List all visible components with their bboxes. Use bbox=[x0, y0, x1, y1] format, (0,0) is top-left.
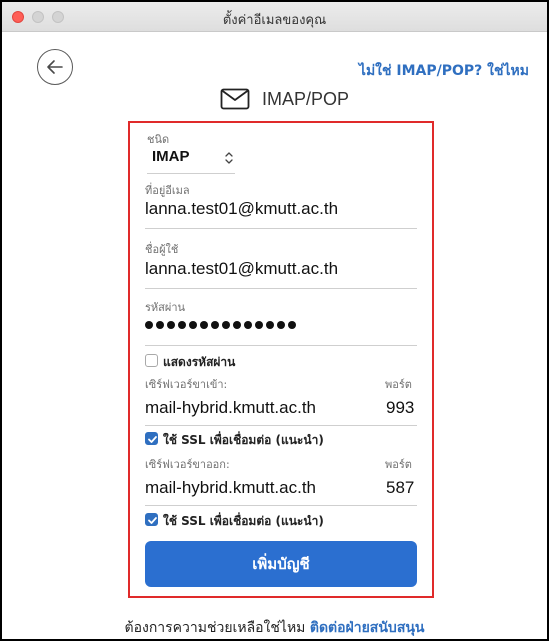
password-mask-dot bbox=[156, 321, 164, 329]
password-mask-dot bbox=[233, 321, 241, 329]
password-mask-dot bbox=[189, 321, 197, 329]
type-select[interactable]: IMAP bbox=[147, 148, 235, 172]
not-imap-pop-link[interactable]: ไม่ใช่ IMAP/POP? ใช่ไหม bbox=[359, 60, 529, 82]
outgoing-ssl-label: ใช้ SSL เพื่อเชื่อมต่อ (แนะนำ) bbox=[163, 514, 324, 528]
password-field[interactable] bbox=[145, 321, 296, 329]
back-arrow-icon bbox=[47, 60, 63, 74]
incoming-port-label: พอร์ต bbox=[385, 378, 412, 391]
outgoing-port-field[interactable]: 587 bbox=[386, 478, 414, 498]
password-mask-dot bbox=[222, 321, 230, 329]
window-title: ตั้งค่าอีเมลของคุณ bbox=[222, 13, 327, 28]
incoming-ssl-checkbox[interactable] bbox=[145, 432, 158, 445]
password-mask-dot bbox=[167, 321, 175, 329]
incoming-server-field[interactable]: mail-hybrid.kmutt.ac.th bbox=[145, 398, 316, 418]
outgoing-port-label: พอร์ต bbox=[385, 458, 412, 471]
incoming-server-label: เซิร์ฟเวอร์ขาเข้า: bbox=[145, 378, 228, 391]
password-label: รหัสผ่าน bbox=[145, 301, 186, 314]
help-footer: ต้องการความช่วยเหลือใช่ไหม ติดต่อฝ่ายสนั… bbox=[0, 617, 549, 639]
username-underline bbox=[145, 288, 417, 289]
incoming-port-field[interactable]: 993 bbox=[386, 398, 414, 418]
username-field[interactable]: lanna.test01@kmutt.ac.th bbox=[145, 259, 338, 279]
incoming-ssl-label: ใช้ SSL เพื่อเชื่อมต่อ (แนะนำ) bbox=[163, 433, 324, 447]
checkmark-icon bbox=[148, 517, 157, 524]
type-label: ชนิด bbox=[147, 133, 170, 146]
outgoing-ssl-checkbox[interactable] bbox=[145, 513, 158, 526]
email-field[interactable]: lanna.test01@kmutt.ac.th bbox=[145, 199, 338, 219]
type-select-value: IMAP bbox=[152, 148, 190, 165]
email-underline bbox=[145, 228, 417, 229]
password-mask-dot bbox=[277, 321, 285, 329]
password-mask-dot bbox=[200, 321, 208, 329]
username-label: ชื่อผู้ใช้ bbox=[145, 243, 179, 256]
password-mask-dot bbox=[266, 321, 274, 329]
incoming-underline bbox=[145, 425, 417, 426]
add-account-button[interactable]: เพิ่มบัญชี bbox=[145, 541, 417, 587]
password-mask-dot bbox=[211, 321, 219, 329]
password-mask-dot bbox=[288, 321, 296, 329]
contact-support-link[interactable]: ติดต่อฝ่ายสนับสนุน bbox=[310, 620, 425, 636]
show-password-label: แสดงรหัสผ่าน bbox=[163, 355, 236, 369]
select-arrows-icon bbox=[225, 152, 233, 164]
account-type-header: IMAP/POP bbox=[220, 85, 349, 113]
outgoing-underline bbox=[145, 505, 417, 506]
email-label: ที่อยู่อีเมล bbox=[145, 184, 190, 197]
password-mask-dot bbox=[178, 321, 186, 329]
mail-envelope-icon bbox=[220, 88, 250, 110]
outgoing-server-label: เซิร์ฟเวอร์ขาออก: bbox=[145, 458, 230, 471]
password-underline bbox=[145, 345, 417, 346]
help-text: ต้องการความช่วยเหลือใช่ไหม bbox=[124, 620, 306, 636]
show-password-checkbox[interactable] bbox=[145, 354, 158, 367]
back-button[interactable] bbox=[37, 49, 73, 85]
account-type-label: IMAP/POP bbox=[262, 88, 350, 109]
type-underline bbox=[147, 173, 235, 174]
password-mask-dot bbox=[255, 321, 263, 329]
outgoing-server-field[interactable]: mail-hybrid.kmutt.ac.th bbox=[145, 478, 316, 498]
checkmark-icon bbox=[148, 436, 157, 443]
title-bar: ตั้งค่าอีเมลของคุณ bbox=[2, 2, 547, 32]
password-mask-dot bbox=[145, 321, 153, 329]
password-mask-dot bbox=[244, 321, 252, 329]
